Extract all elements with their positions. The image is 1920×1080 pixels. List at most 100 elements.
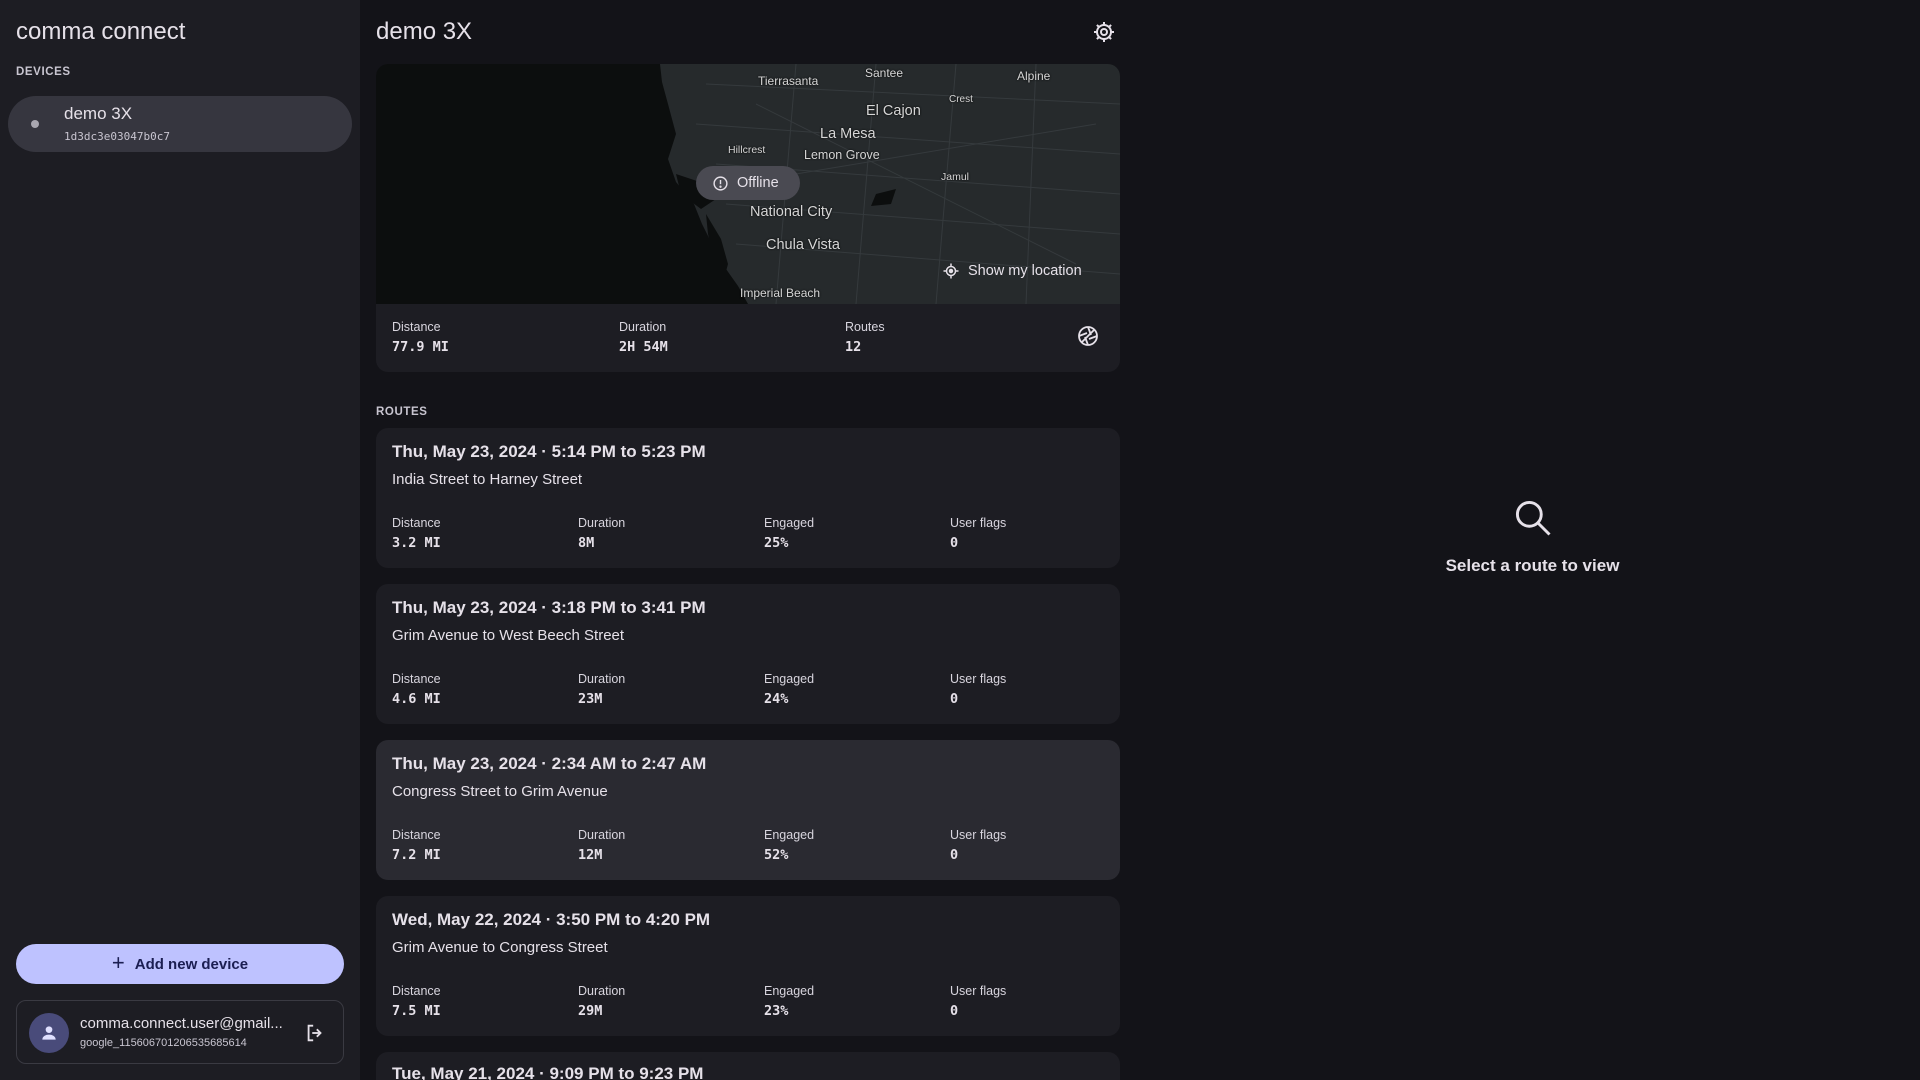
- device-name: demo 3X: [64, 104, 133, 123]
- app-title[interactable]: comma connect: [16, 18, 185, 46]
- map-label: National City: [750, 204, 833, 220]
- stat-label: Distance: [392, 672, 441, 686]
- route-stat-engaged: Engaged 25%: [764, 516, 814, 551]
- map-label: Crest: [949, 94, 973, 105]
- stat-value: 23M: [578, 691, 603, 707]
- route-card-partial[interactable]: Tue, May 21, 2024 · 9:09 PM to 9:23 PM: [376, 1052, 1120, 1080]
- route-stat-user-flags: User flags 0: [950, 828, 1006, 863]
- user-account-card: comma.connect.user@gmail... google_11560…: [16, 1000, 344, 1064]
- stat-label: Engaged: [764, 516, 815, 530]
- stat-label: Duration: [578, 516, 626, 530]
- route-detail-empty-state: Select a route to view: [1380, 496, 1685, 576]
- devices-section-label: DEVICES: [16, 66, 71, 78]
- stat-label: Engaged: [764, 828, 815, 842]
- stat-value: 7.5 MI: [392, 1003, 441, 1019]
- stat-label: Engaged: [764, 672, 815, 686]
- stat-label: Routes: [845, 320, 885, 334]
- stat-label: User flags: [950, 984, 1007, 998]
- device-item-demo-3x[interactable]: demo 3X 1d3dc3e03047b0c7: [8, 96, 352, 152]
- stat-label: User flags: [950, 672, 1007, 686]
- device-stat-routes: Routes 12: [845, 320, 885, 355]
- route-stat-duration: Duration 29M: [578, 984, 625, 1019]
- stat-value: 23%: [764, 1003, 789, 1019]
- route-stat-distance: Distance 7.2 MI: [392, 828, 441, 863]
- empty-state-text: Select a route to view: [1445, 556, 1620, 575]
- stat-value: 0: [950, 535, 959, 551]
- map-label: Jamul: [941, 171, 970, 183]
- device-status-dot: [31, 120, 39, 128]
- search-icon: [1515, 500, 1551, 536]
- route-locations: Grim Avenue to Congress Street: [392, 939, 608, 956]
- route-card[interactable]: Wed, May 22, 2024 · 3:50 PM to 4:20 PM G…: [376, 896, 1120, 1036]
- route-stat-engaged: Engaged 24%: [764, 672, 814, 707]
- my-location-icon: [943, 263, 959, 279]
- stat-label: User flags: [950, 828, 1007, 842]
- routes-section-label: ROUTES: [376, 406, 428, 418]
- route-title: Wed, May 22, 2024 · 3:50 PM to 4:20 PM: [392, 910, 711, 929]
- stat-label: Distance: [392, 320, 441, 334]
- add-new-device-label: Add new device: [134, 955, 249, 973]
- device-stat-distance: Distance 77.9 MI: [392, 320, 449, 355]
- route-title: Thu, May 23, 2024 · 3:18 PM to 3:41 PM: [392, 598, 706, 617]
- route-stat-engaged: Engaged 23%: [764, 984, 814, 1019]
- stat-value: 8M: [578, 535, 595, 551]
- stat-value: 25%: [764, 535, 789, 551]
- map[interactable]: Tierrasanta Santee Alpine Crest El Cajon…: [376, 64, 1120, 304]
- stat-value: 4.6 MI: [392, 691, 441, 707]
- stat-value: 0: [950, 847, 959, 863]
- stat-value: 77.9 MI: [392, 339, 449, 355]
- route-locations: Grim Avenue to West Beech Street: [392, 627, 625, 644]
- stat-value: 12M: [578, 847, 603, 863]
- stat-value: 3.2 MI: [392, 535, 441, 551]
- map-label: Chula Vista: [766, 237, 840, 253]
- add-new-device-button[interactable]: + Add new device: [16, 944, 344, 984]
- route-stat-user-flags: User flags 0: [950, 984, 1006, 1019]
- stat-value: 2H 54M: [619, 339, 668, 355]
- route-locations: Congress Street to Grim Avenue: [392, 783, 608, 800]
- map-label: Alpine: [1017, 69, 1051, 83]
- stat-value: 0: [950, 691, 959, 707]
- device-dongle-id: 1d3dc3e03047b0c7: [64, 130, 170, 143]
- map-label: La Mesa: [820, 126, 876, 142]
- stat-label: Distance: [392, 516, 441, 530]
- route-stat-distance: Distance 4.6 MI: [392, 672, 441, 707]
- route-stat-user-flags: User flags 0: [950, 516, 1006, 551]
- stat-label: User flags: [950, 516, 1007, 530]
- route-card-hovered[interactable]: Thu, May 23, 2024 · 2:34 AM to 2:47 AM C…: [376, 740, 1120, 880]
- device-map-card: Tierrasanta Santee Alpine Crest El Cajon…: [376, 64, 1120, 372]
- stat-label: Duration: [619, 320, 667, 334]
- map-label: Santee: [865, 66, 904, 80]
- route-stat-distance: Distance 7.5 MI: [392, 984, 441, 1019]
- stat-value: 12: [845, 339, 862, 355]
- route-locations: India Street to Harney Street: [392, 471, 583, 488]
- stat-value: 24%: [764, 691, 789, 707]
- offline-label: Offline: [737, 175, 779, 191]
- timelapse-icon[interactable]: [1076, 324, 1100, 348]
- offline-alert-icon: [713, 175, 728, 191]
- route-stat-user-flags: User flags 0: [950, 672, 1006, 707]
- stat-label: Engaged: [764, 984, 815, 998]
- route-stat-duration: Duration 12M: [578, 828, 625, 863]
- user-id: google_115606701206535685614: [80, 1037, 247, 1049]
- route-stat-duration: Duration 23M: [578, 672, 625, 707]
- avatar: [29, 1013, 69, 1053]
- stat-label: Duration: [578, 672, 626, 686]
- stat-label: Duration: [578, 984, 626, 998]
- logout-icon[interactable]: [304, 1022, 326, 1044]
- settings-gear-icon[interactable]: [1092, 20, 1116, 44]
- route-card[interactable]: Thu, May 23, 2024 · 5:14 PM to 5:23 PM I…: [376, 428, 1120, 568]
- route-stat-duration: Duration 8M: [578, 516, 625, 551]
- plus-icon: +: [111, 950, 125, 975]
- page-title: demo 3X: [376, 18, 473, 45]
- user-email: comma.connect.user@gmail...: [80, 1015, 283, 1032]
- map-label: Tierrasanta: [758, 74, 819, 88]
- show-my-location-button[interactable]: Show my location: [942, 262, 1082, 280]
- offline-status-chip: Offline: [696, 166, 800, 200]
- device-stat-duration: Duration 2H 54M: [619, 320, 668, 355]
- stat-label: Distance: [392, 828, 441, 842]
- stat-label: Distance: [392, 984, 441, 998]
- route-card[interactable]: Thu, May 23, 2024 · 3:18 PM to 3:41 PM G…: [376, 584, 1120, 724]
- map-label: Imperial Beach: [740, 286, 821, 300]
- stat-value: 52%: [764, 847, 789, 863]
- stat-value: 29M: [578, 1003, 603, 1019]
